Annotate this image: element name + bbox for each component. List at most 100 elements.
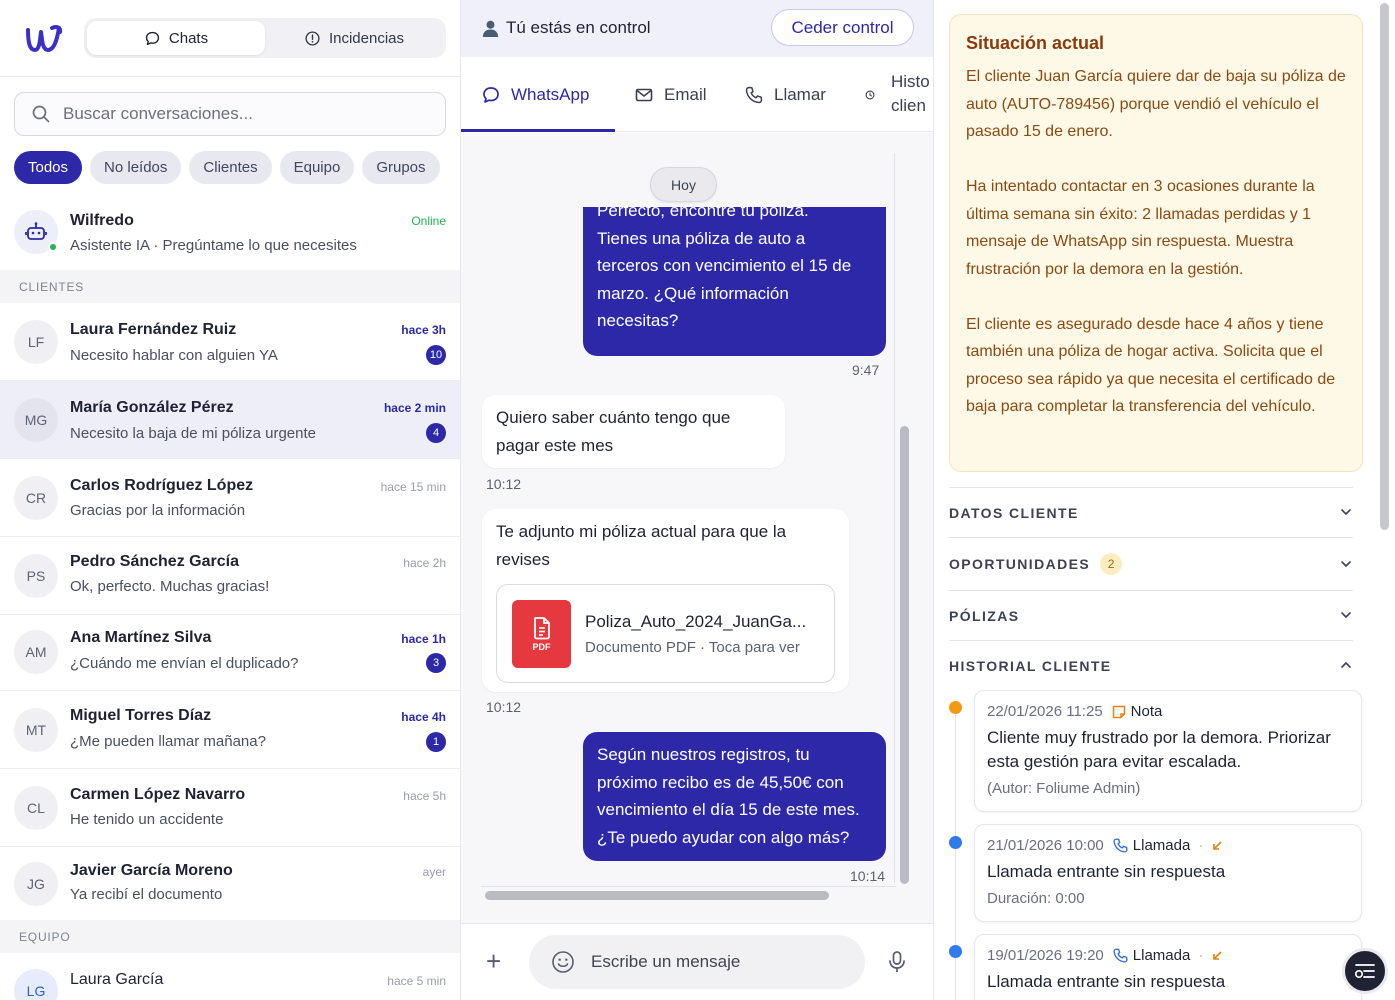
tab-historial-line-2: clien bbox=[891, 96, 926, 115]
history-type: Llamada bbox=[1112, 837, 1190, 854]
avatar: MG bbox=[14, 398, 58, 442]
history-entry[interactable]: 22/01/2026 11:25 Nota Cliente muy frustr… bbox=[974, 690, 1362, 812]
history-icon bbox=[865, 90, 875, 99]
tab-llamar[interactable]: Llamar bbox=[744, 57, 826, 132]
app-logo-icon[interactable] bbox=[24, 22, 64, 56]
tab-email[interactable]: Email bbox=[634, 57, 707, 132]
search-input[interactable] bbox=[63, 104, 433, 124]
vertical-scrollbar[interactable] bbox=[900, 426, 909, 884]
actions-menu-button[interactable] bbox=[1342, 948, 1388, 994]
assistant-row[interactable]: Wilfredo Asistente IA · Pregúntame lo qu… bbox=[0, 200, 460, 268]
chevron-down-icon bbox=[1341, 509, 1351, 515]
tab-chats[interactable]: Chats bbox=[87, 21, 265, 55]
emoji-icon[interactable] bbox=[551, 950, 575, 974]
last-message: Gracias por la información bbox=[70, 502, 246, 519]
pdf-file-icon: PDF bbox=[512, 600, 571, 668]
pdf-attachment[interactable]: PDF Poliza_Auto_2024_JuanGa... Documento… bbox=[496, 584, 835, 683]
tab-historial-label[interactable]: Histo clien bbox=[891, 70, 930, 118]
history-entry[interactable]: 19/01/2026 19:20 Llamada · Llamada entra… bbox=[974, 934, 1362, 1000]
add-attachment-button[interactable]: + bbox=[486, 948, 501, 974]
list-item[interactable]: CL Carmen López Navarro He tenido un acc… bbox=[0, 769, 460, 847]
chat-bubble-icon bbox=[483, 86, 499, 103]
list-item[interactable]: MT Miguel Torres Díaz ¿Me pueden llamar … bbox=[0, 691, 460, 769]
message-time: 10:14 bbox=[850, 868, 886, 884]
tab-whatsapp[interactable]: WhatsApp bbox=[481, 57, 589, 132]
filter-clientes[interactable]: Clientes bbox=[189, 151, 272, 184]
avatar: LG bbox=[14, 969, 58, 1000]
history-entry[interactable]: 21/01/2026 10:00 Llamada · Llamada entra… bbox=[974, 824, 1362, 922]
filter-grupos[interactable]: Grupos bbox=[362, 151, 440, 184]
history-date: 21/01/2026 10:00 bbox=[987, 837, 1104, 854]
message-time: 10:12 bbox=[486, 476, 522, 492]
list-item[interactable]: LG Laura García hace 5 min bbox=[0, 953, 460, 1000]
document-icon bbox=[533, 617, 550, 640]
accordion-oportunidades[interactable]: OPORTUNIDADES 2 bbox=[949, 537, 1353, 590]
attachment-meta: Documento PDF · Toca para ver bbox=[585, 639, 800, 656]
filter-todos[interactable]: Todos bbox=[14, 151, 83, 184]
message-line: próximo recibo es de 45,50€ con bbox=[597, 772, 844, 792]
tab-llamar-label: Llamar bbox=[774, 84, 826, 104]
cede-control-button[interactable]: Ceder control bbox=[771, 9, 914, 46]
message-time: 9:47 bbox=[852, 362, 880, 378]
accordion-datos-cliente[interactable]: DATOS CLIENTE bbox=[949, 487, 1353, 537]
list-item[interactable]: CR Carlos Rodríguez López Gracias por la… bbox=[0, 459, 460, 537]
history-entry-header: 22/01/2026 11:25 Nota bbox=[987, 703, 1349, 720]
history-author: (Autor: Foliume Admin) bbox=[987, 780, 1141, 797]
contact-name: Laura García bbox=[70, 971, 164, 988]
status-badge: Online bbox=[411, 214, 446, 228]
filter-no-leidos[interactable]: No leídos bbox=[90, 151, 182, 184]
list-item[interactable]: AM Ana Martínez Silva ¿Cuándo me envían … bbox=[0, 613, 460, 691]
timestamp: hace 3h bbox=[401, 323, 446, 337]
list-settings-icon bbox=[1354, 964, 1375, 979]
message-list[interactable]: Hoy Perfecto, encontré tu póliza. Tienes… bbox=[461, 133, 933, 923]
message-line: marzo. ¿Qué información bbox=[597, 283, 789, 303]
list-item[interactable]: JG Javier García Moreno Ya recibí el doc… bbox=[0, 845, 460, 923]
control-bar: Tú estás en control Ceder control bbox=[461, 0, 933, 57]
incoming-arrow-icon bbox=[1213, 950, 1222, 960]
list-item[interactable]: LF Laura Fernández Ruiz Necesito hablar … bbox=[0, 303, 460, 381]
contact-name: Javier García Moreno bbox=[70, 862, 233, 879]
history-text: Llamada entrante sin respuesta bbox=[987, 972, 1226, 991]
message-line: Quiero saber cuánto tengo que bbox=[496, 408, 731, 427]
situation-paragraph: El cliente es asegurado desde hace 4 año… bbox=[966, 315, 1336, 416]
count-badge: 2 bbox=[1100, 553, 1123, 575]
contact-name: Carmen López Navarro bbox=[70, 786, 246, 803]
timestamp: hace 1h bbox=[401, 632, 446, 646]
list-item[interactable]: MG María González Pérez Necesito la baja… bbox=[0, 381, 460, 459]
message-input[interactable] bbox=[591, 952, 841, 972]
horizontal-scrollbar[interactable] bbox=[485, 891, 829, 900]
tab-incidencias[interactable]: Incidencias bbox=[265, 21, 443, 55]
situation-card: Situación actual El cliente Juan García … bbox=[949, 14, 1363, 472]
timestamp: hace 2h bbox=[403, 556, 446, 570]
situation-paragraph: El cliente Juan García quiere dar de baj… bbox=[966, 68, 1346, 140]
section-header-equipo: EQUIPO bbox=[0, 920, 460, 953]
accordion-label: DATOS CLIENTE bbox=[949, 504, 1079, 521]
robot-icon bbox=[25, 222, 47, 240]
tab-whatsapp-label: WhatsApp bbox=[511, 84, 590, 104]
message-line: terceros con vencimiento el 15 de bbox=[597, 256, 852, 275]
situation-title: Situación actual bbox=[966, 33, 1105, 53]
tab-historial[interactable] bbox=[864, 57, 876, 132]
last-message: Necesito la baja de mi póliza urgente bbox=[70, 425, 316, 442]
customer-info-panel: Situación actual El cliente Juan García … bbox=[934, 0, 1395, 1000]
control-status: Tú estás en control bbox=[481, 18, 651, 38]
tab-email-label: Email bbox=[664, 84, 707, 104]
filter-equipo[interactable]: Equipo bbox=[279, 151, 355, 184]
divider bbox=[0, 76, 460, 77]
chevron-up-icon bbox=[1341, 662, 1351, 668]
tab-incidencias-label: Incidencias bbox=[328, 29, 405, 47]
avatar: CL bbox=[14, 786, 58, 830]
tab-chats-label: Chats bbox=[168, 29, 209, 47]
list-item[interactable]: PS Pedro Sánchez García Ok, perfecto. Mu… bbox=[0, 537, 460, 615]
accordion-polizas[interactable]: PÓLIZAS bbox=[949, 590, 1353, 640]
contact-name: Pedro Sánchez García bbox=[70, 553, 239, 570]
history-entry-header: 21/01/2026 10:00 Llamada · bbox=[987, 837, 1349, 854]
user-icon bbox=[482, 20, 499, 37]
last-message: Ya recibí el documento bbox=[70, 886, 223, 903]
vertical-scrollbar[interactable] bbox=[1380, 3, 1389, 530]
history-text: Llamada entrante sin respuesta bbox=[987, 862, 1226, 881]
microphone-icon[interactable] bbox=[887, 950, 907, 974]
last-message: He tenido un accidente bbox=[70, 811, 224, 828]
situation-paragraph: Ha intentado contactar en 3 ocasiones du… bbox=[966, 178, 1315, 278]
accordion-historial-cliente[interactable]: HISTORIAL CLIENTE bbox=[949, 640, 1353, 690]
